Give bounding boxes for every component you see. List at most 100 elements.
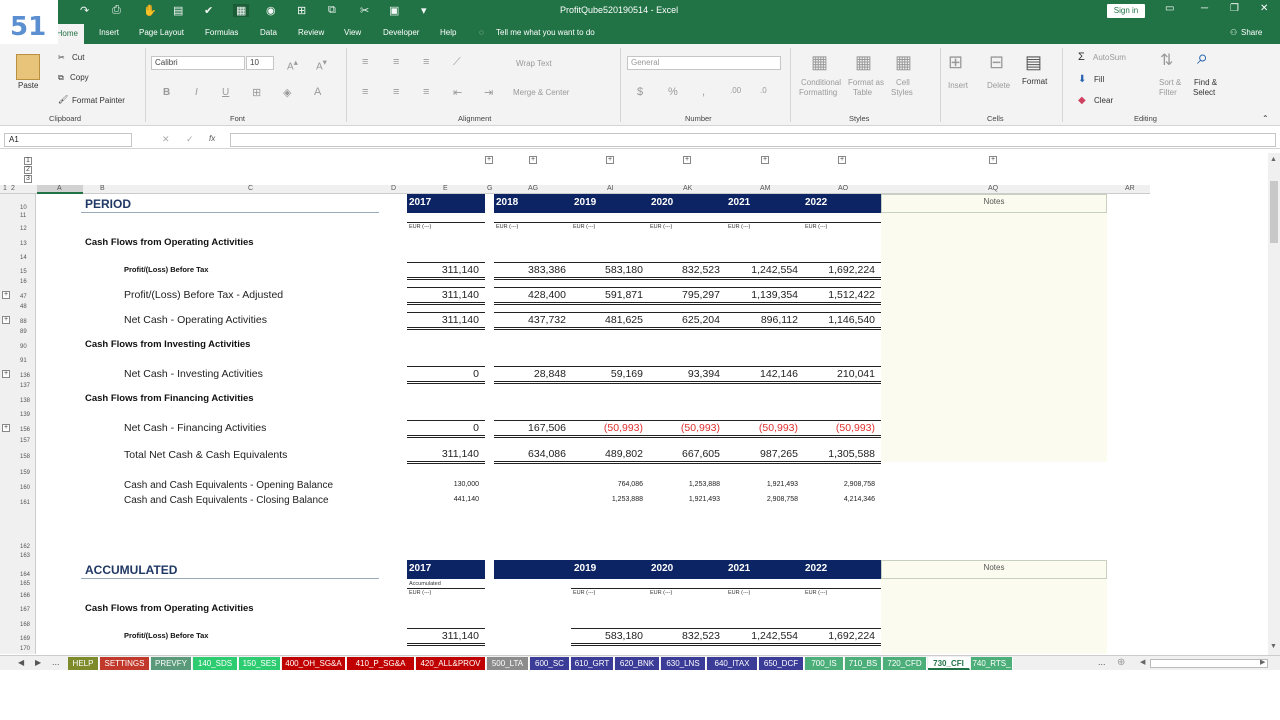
- value-cell[interactable]: 2,908,758: [726, 496, 798, 503]
- sheet-tab-650-dcf[interactable]: 650_DCF: [759, 657, 804, 670]
- prev-sheet-icon[interactable]: ◀: [18, 658, 24, 667]
- clear-button[interactable]: Clear: [1094, 96, 1113, 105]
- currency-icon[interactable]: $: [637, 86, 643, 98]
- clear-icon[interactable]: ◆: [1078, 95, 1086, 106]
- tab-data[interactable]: Data: [260, 28, 277, 37]
- tab-help[interactable]: Help: [440, 28, 456, 37]
- format-as-table-label[interactable]: Format as: [848, 78, 884, 87]
- sheet-tab-710-bs[interactable]: 710_BS: [845, 657, 882, 670]
- value-cell[interactable]: 441,140: [407, 496, 479, 503]
- cut-button[interactable]: Cut: [72, 53, 84, 62]
- value-cell[interactable]: 130,000: [407, 481, 479, 488]
- value-cell[interactable]: 1,253,888: [648, 481, 720, 488]
- value-cell[interactable]: 1,921,493: [648, 496, 720, 503]
- outline-level-2[interactable]: 2: [24, 166, 32, 174]
- value-cell[interactable]: 1,692,224: [803, 264, 875, 276]
- outline-col-level-2[interactable]: 2: [11, 185, 15, 192]
- increase-decimal-icon[interactable]: .00: [730, 86, 741, 95]
- sheet-tab-help[interactable]: HELP: [68, 657, 99, 670]
- expand-row-group-icon[interactable]: +: [2, 316, 10, 324]
- format-painter-icon[interactable]: 🖌: [58, 95, 68, 104]
- borders-icon[interactable]: ⊞: [252, 86, 261, 99]
- font-size-select[interactable]: 10: [246, 56, 274, 70]
- underline-icon[interactable]: U: [222, 87, 229, 98]
- row-header[interactable]: 160: [20, 485, 30, 491]
- row-header[interactable]: 10: [20, 205, 27, 211]
- row-header[interactable]: 91: [20, 358, 27, 364]
- touch-mode-icon[interactable]: ✋: [143, 4, 157, 17]
- format-as-table-label2[interactable]: Table: [853, 88, 872, 97]
- value-cell[interactable]: 634,086: [494, 448, 566, 460]
- row-header[interactable]: 158: [20, 454, 30, 460]
- sheet-tab-640-itax[interactable]: 640_ITAX: [707, 657, 758, 670]
- sheet-tab-620-bnk[interactable]: 620_BNK: [615, 657, 660, 670]
- cell-styles-label2[interactable]: Styles: [891, 88, 913, 97]
- cancel-icon[interactable]: ✕: [162, 134, 170, 145]
- row-header[interactable]: 168: [20, 622, 30, 628]
- value-cell-negative[interactable]: (50,993): [726, 422, 798, 434]
- row-header[interactable]: 139: [20, 412, 30, 418]
- sheet-tab-740-rts-[interactable]: 740_RTS_: [971, 657, 1013, 670]
- expand-column-group-icon[interactable]: +: [485, 156, 493, 164]
- align-left-icon[interactable]: ≡: [362, 86, 368, 98]
- expand-row-group-icon[interactable]: +: [2, 370, 10, 378]
- row-header[interactable]: 161: [20, 500, 30, 506]
- copy-icon[interactable]: ⧉: [58, 73, 64, 83]
- scissors-icon[interactable]: ✂: [360, 4, 369, 17]
- row-header[interactable]: 14: [20, 255, 27, 261]
- font-color-icon[interactable]: A: [314, 86, 321, 98]
- bold-icon[interactable]: B: [163, 87, 170, 98]
- expand-column-group-icon[interactable]: +: [606, 156, 614, 164]
- copy-sheet-icon[interactable]: ⧉: [328, 4, 336, 17]
- align-top-icon[interactable]: ≡: [362, 56, 368, 68]
- check-icon[interactable]: ✔: [204, 4, 213, 17]
- sheet-tab-600-sc[interactable]: 600_SC: [530, 657, 570, 670]
- tab-formulas[interactable]: Formulas: [205, 28, 238, 37]
- more-sheets-left-button[interactable]: ...: [52, 657, 60, 667]
- sort-filter-label[interactable]: Sort &: [1159, 78, 1181, 87]
- row-header[interactable]: 47: [20, 294, 27, 300]
- insert-cells-button[interactable]: Insert: [948, 81, 968, 90]
- value-cell[interactable]: 987,265: [726, 448, 798, 460]
- row-header[interactable]: 157: [20, 438, 30, 444]
- italic-icon[interactable]: I: [195, 87, 198, 98]
- value-cell[interactable]: 0: [407, 422, 479, 434]
- value-cell[interactable]: 1,921,493: [726, 481, 798, 488]
- expand-column-group-icon[interactable]: +: [683, 156, 691, 164]
- print-preview-icon[interactable]: ⎙: [112, 4, 121, 17]
- value-cell[interactable]: 311,140: [407, 630, 479, 642]
- value-cell[interactable]: 583,180: [571, 264, 643, 276]
- cell-styles-label[interactable]: Cell: [896, 78, 910, 87]
- row-header[interactable]: 162: [20, 544, 30, 550]
- value-cell[interactable]: 832,523: [648, 264, 720, 276]
- col-header-ak[interactable]: AK: [683, 185, 692, 192]
- close-icon[interactable]: ✕: [1260, 3, 1268, 14]
- paste-button[interactable]: Paste: [18, 81, 38, 90]
- value-cell[interactable]: 0: [407, 368, 479, 380]
- next-sheet-icon[interactable]: ▶: [35, 658, 41, 667]
- conditional-formatting-icon[interactable]: ▦: [811, 52, 828, 73]
- value-cell[interactable]: 1,242,554: [726, 630, 798, 642]
- row-header[interactable]: 89: [20, 329, 27, 335]
- find-select-label[interactable]: Find &: [1194, 78, 1217, 87]
- horizontal-scrollbar[interactable]: [1150, 659, 1268, 668]
- sheet-tab-720-cfd[interactable]: 720_CFD: [883, 657, 927, 670]
- sign-in-button[interactable]: Sign in: [1107, 4, 1145, 18]
- name-box[interactable]: A1: [4, 133, 132, 147]
- value-cell[interactable]: 4,214,346: [803, 496, 875, 503]
- clipboard-icon[interactable]: ▣: [389, 4, 399, 17]
- delete-cells-icon[interactable]: ⊟: [989, 52, 1004, 73]
- insert-cells-icon[interactable]: ⊞: [948, 52, 963, 73]
- value-cell[interactable]: 1,305,588: [803, 448, 875, 460]
- align-middle-icon[interactable]: ≡: [393, 56, 399, 68]
- expand-column-group-icon[interactable]: +: [838, 156, 846, 164]
- col-header-ar[interactable]: AR: [1125, 185, 1135, 192]
- value-cell[interactable]: 625,204: [648, 314, 720, 326]
- col-header-g[interactable]: G: [487, 185, 492, 192]
- row-header[interactable]: 166: [20, 593, 30, 599]
- row-header[interactable]: 170: [20, 646, 30, 652]
- value-cell[interactable]: 1,512,422: [803, 289, 875, 301]
- form-icon[interactable]: ▤: [173, 4, 183, 17]
- col-header-aq[interactable]: AQ: [988, 185, 998, 192]
- col-header-d[interactable]: D: [391, 185, 396, 192]
